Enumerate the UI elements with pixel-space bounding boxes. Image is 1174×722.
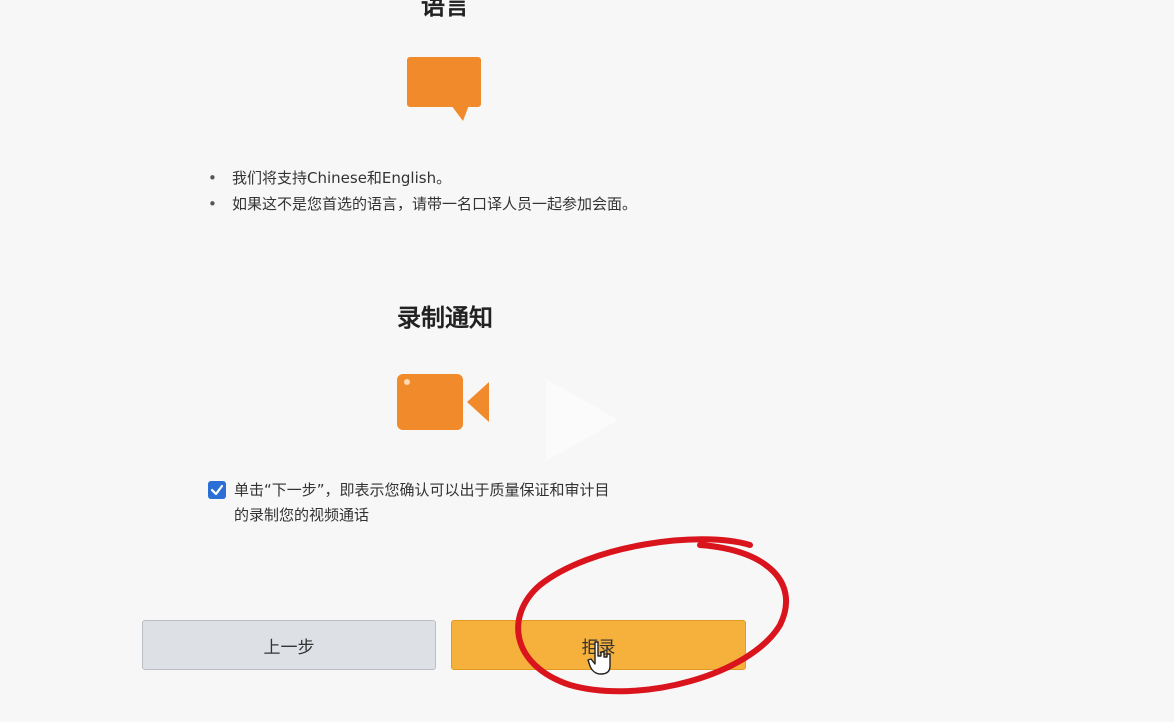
language-bullet-item: 如果这不是您首选的语言，请带一名口译人员一起参加会面。	[208, 191, 688, 217]
checkmark-icon	[210, 484, 224, 496]
language-bullet-list: 我们将支持Chinese和English。 如果这不是您首选的语言，请带一名口译…	[208, 165, 688, 217]
recording-section-title: 录制通知	[397, 304, 493, 332]
page: 语言 我们将支持Chinese和English。 如果这不是您首选的语言，请带一…	[0, 0, 1174, 722]
language-bullet-text: 如果这不是您首选的语言，请带一名口译人员一起参加会面。	[232, 195, 638, 213]
language-bullet-text: 我们将支持Chinese和English。	[232, 169, 452, 187]
next-step-button[interactable]: 拒录	[451, 620, 746, 670]
video-camera-icon	[397, 374, 489, 430]
recording-consent: 单击“下一步”，即表示您确认可以出于质量保证和审计目的录制您的视频通话	[208, 478, 628, 528]
language-bullet-item: 我们将支持Chinese和English。	[208, 165, 688, 191]
play-watermark-icon	[546, 379, 618, 461]
previous-step-button[interactable]: 上一步	[142, 620, 436, 670]
consent-checkbox[interactable]	[208, 481, 226, 499]
consent-text: 单击“下一步”，即表示您确认可以出于质量保证和审计目的录制您的视频通话	[234, 481, 610, 524]
language-section-title: 语言	[421, 0, 469, 20]
speech-bubble-icon	[407, 57, 481, 121]
